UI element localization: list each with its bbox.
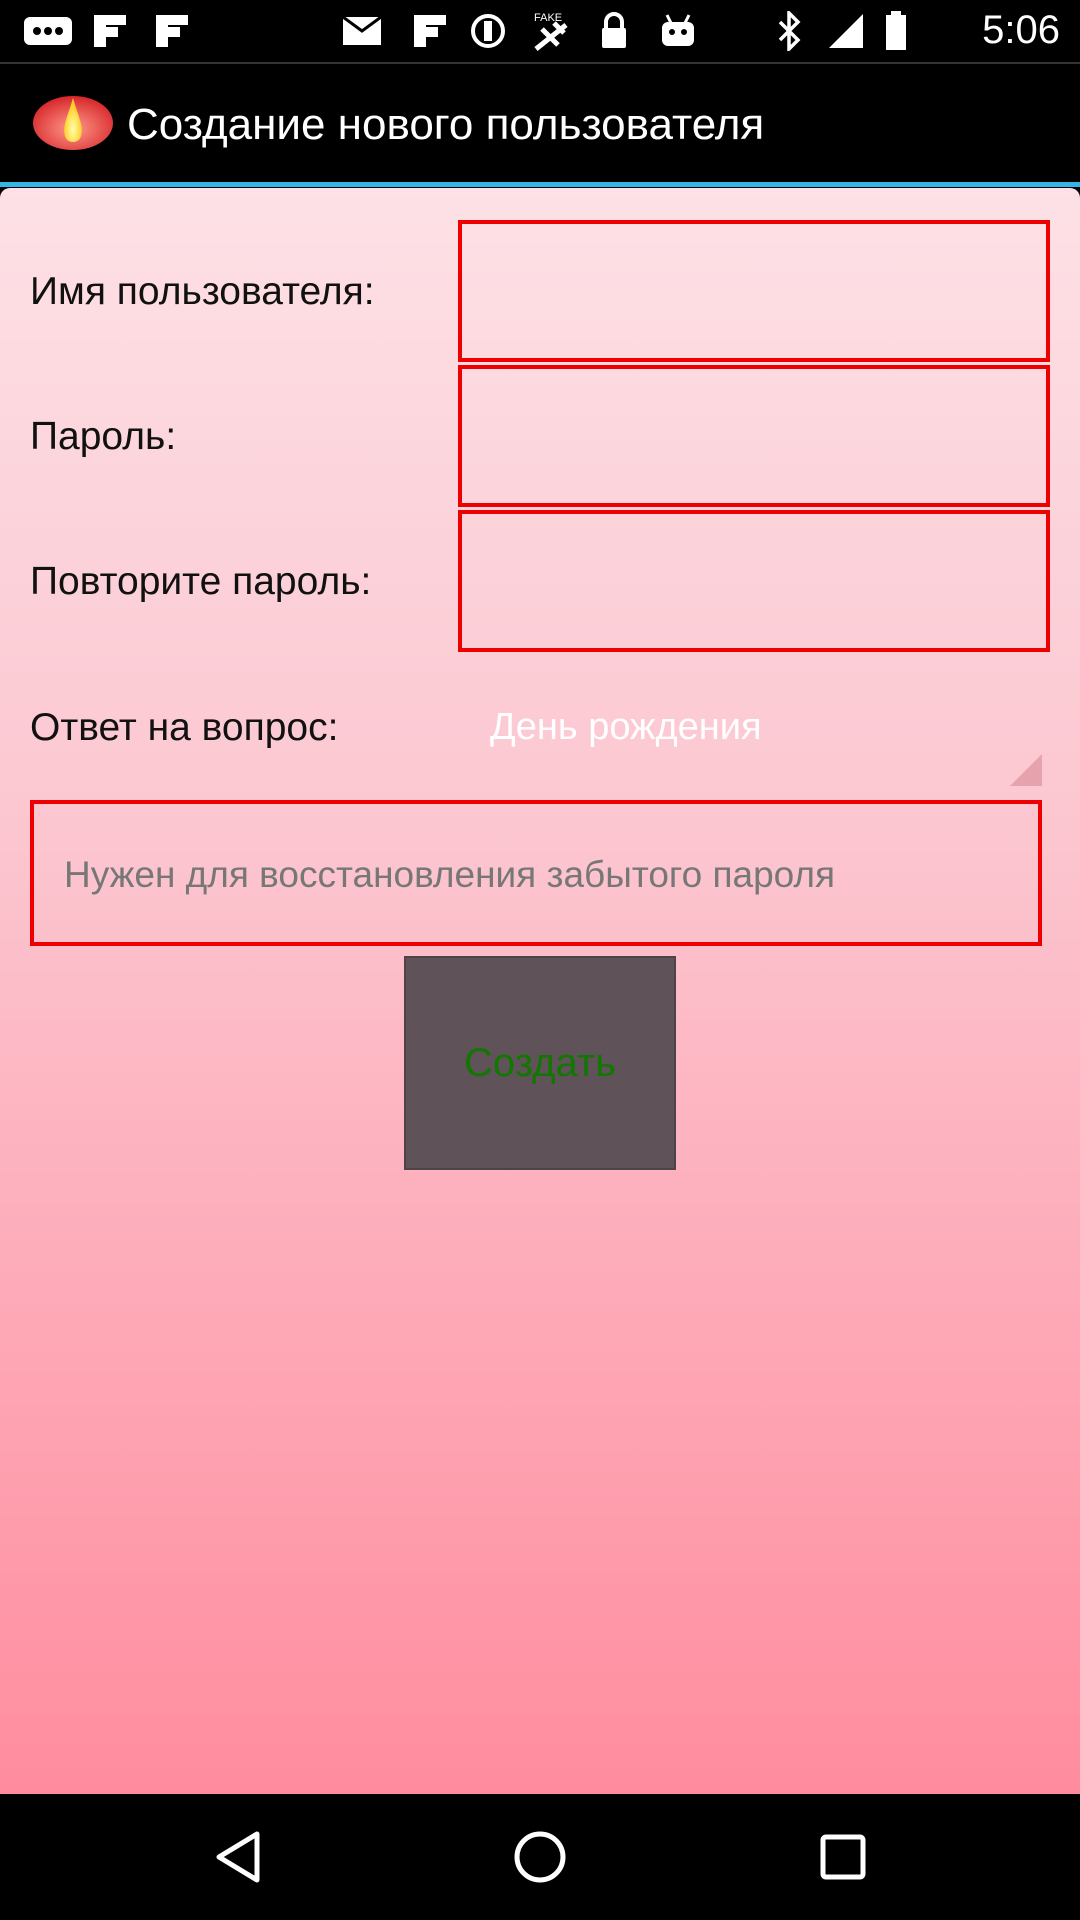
lock-icon bbox=[596, 12, 632, 50]
username-label: Имя пользователя: bbox=[30, 270, 375, 313]
create-button-label: Создать bbox=[463, 1040, 616, 1085]
status-time: 5:06 bbox=[982, 8, 1060, 52]
flipboard-icon bbox=[410, 12, 450, 50]
back-icon[interactable] bbox=[203, 1822, 273, 1892]
repeat-password-label: Повторите пароль: bbox=[30, 560, 372, 603]
password-input[interactable] bbox=[458, 365, 1050, 507]
mail-icon bbox=[340, 12, 384, 50]
android-icon bbox=[658, 12, 698, 50]
password-label: Пароль: bbox=[30, 415, 177, 458]
flipboard-icon bbox=[152, 12, 192, 50]
more-icon bbox=[22, 12, 74, 50]
answer-placeholder: Нужен для восстановления забытого пароля bbox=[64, 854, 836, 895]
question-spinner-value: День рождения bbox=[490, 706, 762, 748]
recents-icon[interactable] bbox=[808, 1822, 878, 1892]
page-title: Создание нового пользователя bbox=[127, 100, 765, 149]
question-label: Ответ на вопрос: bbox=[30, 706, 339, 749]
satellite-icon: FAKE bbox=[526, 12, 576, 51]
repeat-password-input[interactable] bbox=[458, 510, 1050, 652]
bluetooth-icon bbox=[774, 11, 804, 51]
flipboard-icon bbox=[90, 12, 130, 50]
home-icon[interactable] bbox=[505, 1822, 575, 1892]
sync-icon bbox=[468, 12, 508, 50]
navigation-bar bbox=[0, 1794, 1080, 1920]
battery-icon bbox=[884, 11, 908, 50]
username-input[interactable] bbox=[458, 220, 1050, 362]
svg-text:FAKE: FAKE bbox=[534, 12, 562, 24]
action-bar-accent-line bbox=[0, 182, 1080, 187]
signal-icon bbox=[826, 12, 866, 50]
status-bar: FAKE 5:06 bbox=[0, 0, 1080, 64]
answer-input[interactable]: Нужен для восстановления забытого пароля bbox=[30, 800, 1042, 946]
flame-logo-icon[interactable] bbox=[32, 94, 114, 152]
spinner-arrow-icon bbox=[1010, 754, 1042, 786]
create-button[interactable]: Создать bbox=[404, 956, 676, 1170]
action-bar: Создание нового пользователя bbox=[0, 64, 1080, 182]
